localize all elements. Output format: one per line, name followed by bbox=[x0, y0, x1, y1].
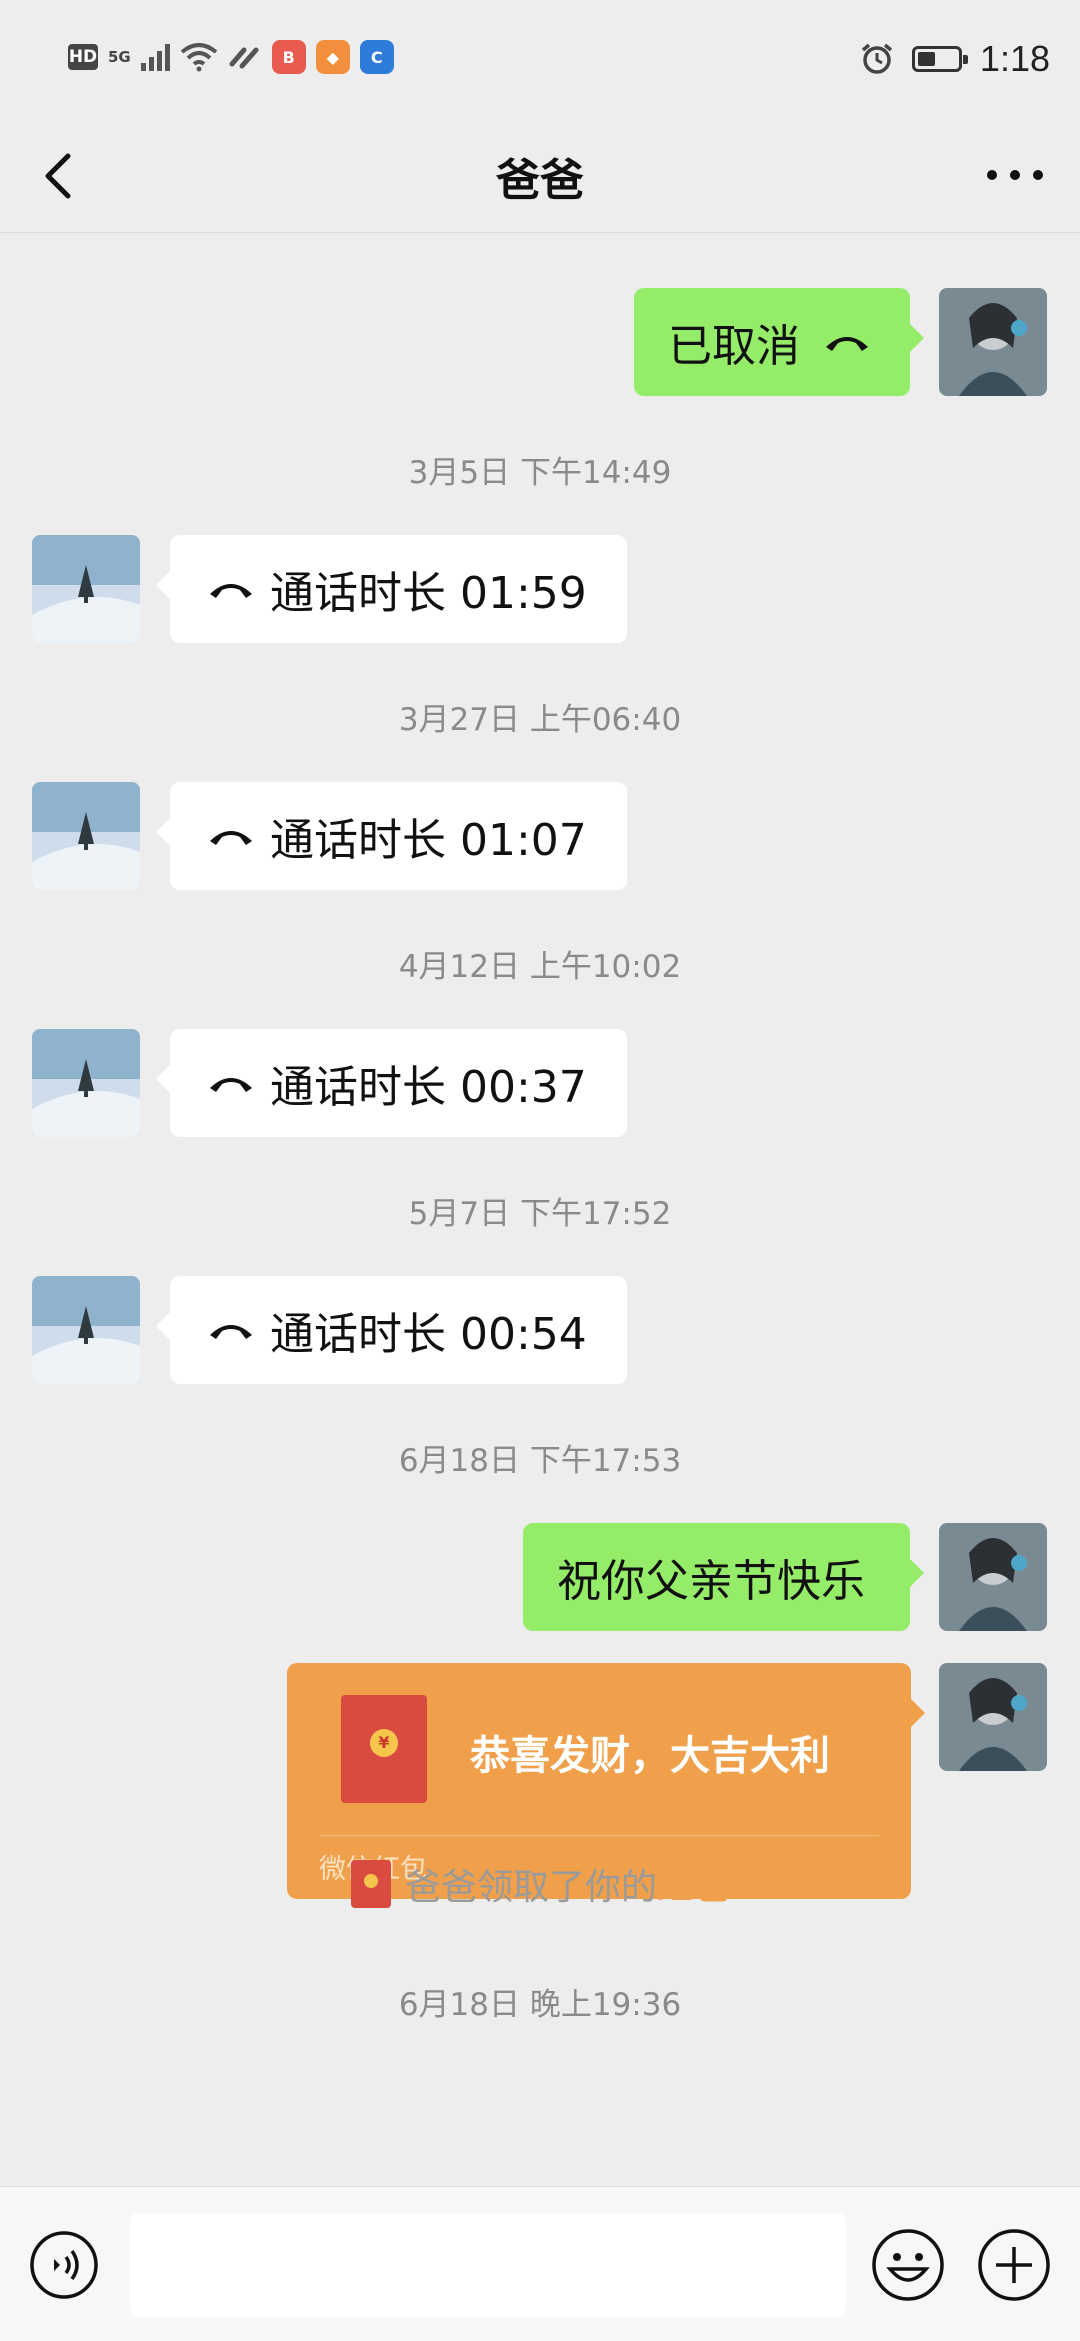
message-text: 已取消 bbox=[668, 321, 800, 372]
chat-title: 爸爸 bbox=[496, 155, 584, 206]
phone-hangup-icon bbox=[210, 1325, 252, 1339]
wifi-icon bbox=[180, 43, 218, 72]
status-icons-left: HD 5G B ◆ C bbox=[68, 40, 394, 74]
phone-hangup-icon bbox=[210, 1078, 252, 1092]
avatar-contact[interactable] bbox=[32, 535, 140, 643]
message-bubble-outgoing[interactable]: 已取消 bbox=[634, 288, 924, 396]
red-packet-icon bbox=[350, 1860, 391, 1908]
voice-input-icon[interactable] bbox=[28, 2229, 100, 2301]
notice-text: 爸爸领取了你的 bbox=[404, 1867, 657, 1908]
battery-level bbox=[917, 52, 935, 66]
call-duration-text: 通话时长 00:37 bbox=[270, 1062, 587, 1113]
red-packet-claimed-notice: 爸爸领取了你的 红包 bbox=[0, 1858, 1080, 1910]
avatar-contact[interactable] bbox=[32, 782, 140, 890]
call-duration-text: 通话时长 01:59 bbox=[270, 568, 587, 619]
message-timestamp: 6月18日 晚上19:36 bbox=[398, 1987, 682, 2023]
red-packet-link[interactable]: 红包 bbox=[657, 1858, 729, 1910]
alarm-icon bbox=[861, 43, 893, 74]
plus-icon[interactable] bbox=[976, 2227, 1052, 2303]
phone-hangup-icon bbox=[826, 337, 868, 351]
phone-hangup-icon bbox=[210, 584, 252, 598]
hd-badge: HD bbox=[68, 44, 98, 70]
chat-header: 爸爸 bbox=[0, 120, 1080, 233]
call-record-bubble[interactable]: 通话时长 00:54 bbox=[156, 1276, 627, 1384]
call-duration-text: 通话时长 01:07 bbox=[270, 815, 587, 866]
message-timestamp: 3月5日 下午14:49 bbox=[408, 455, 672, 491]
message-timestamp: 3月27日 上午06:40 bbox=[398, 702, 682, 738]
avatar-me[interactable] bbox=[939, 1663, 1047, 1771]
status-bar: HD 5G B ◆ C 1:18 bbox=[0, 0, 1080, 120]
message-input[interactable] bbox=[130, 2213, 846, 2317]
message-bubble-outgoing[interactable]: 祝你父亲节快乐 bbox=[523, 1523, 924, 1631]
avatar-me[interactable] bbox=[939, 288, 1047, 396]
link-icon bbox=[229, 47, 259, 69]
status-icons-right: 1:18 bbox=[860, 38, 1050, 80]
network-type: 5G bbox=[108, 48, 131, 66]
app-notification-icon: B bbox=[271, 40, 306, 74]
phone-hangup-icon bbox=[210, 831, 252, 845]
call-record-bubble[interactable]: 通话时长 00:37 bbox=[156, 1029, 627, 1137]
call-record-bubble[interactable]: 通话时长 01:59 bbox=[156, 535, 627, 643]
clock: 1:18 bbox=[979, 38, 1050, 79]
game-notification-icon: ◆ bbox=[315, 40, 350, 74]
call-duration-text: 通话时长 00:54 bbox=[270, 1309, 587, 1360]
red-packet-title: 恭喜发财，大吉大利 bbox=[470, 1733, 830, 1779]
message-text: 祝你父亲节快乐 bbox=[557, 1556, 865, 1607]
avatar-contact[interactable] bbox=[32, 1029, 140, 1137]
battery-icon bbox=[911, 46, 968, 72]
message-timestamp: 5月7日 下午17:52 bbox=[408, 1196, 672, 1232]
more-options-icon[interactable] bbox=[980, 150, 1050, 200]
call-record-bubble[interactable]: 通话时长 01:07 bbox=[156, 782, 627, 890]
avatar-me[interactable] bbox=[939, 1523, 1047, 1631]
red-packet-icon: ¥ bbox=[341, 1695, 427, 1803]
message-timestamp: 4月12日 上午10:02 bbox=[398, 949, 682, 985]
chat-input-bar bbox=[0, 2186, 1080, 2341]
avatar-contact[interactable] bbox=[32, 1276, 140, 1384]
emoji-icon[interactable] bbox=[870, 2227, 946, 2303]
bank-notification-icon: C bbox=[359, 40, 394, 74]
message-timestamp: 6月18日 下午17:53 bbox=[398, 1443, 682, 1479]
signal-icon bbox=[140, 43, 170, 71]
